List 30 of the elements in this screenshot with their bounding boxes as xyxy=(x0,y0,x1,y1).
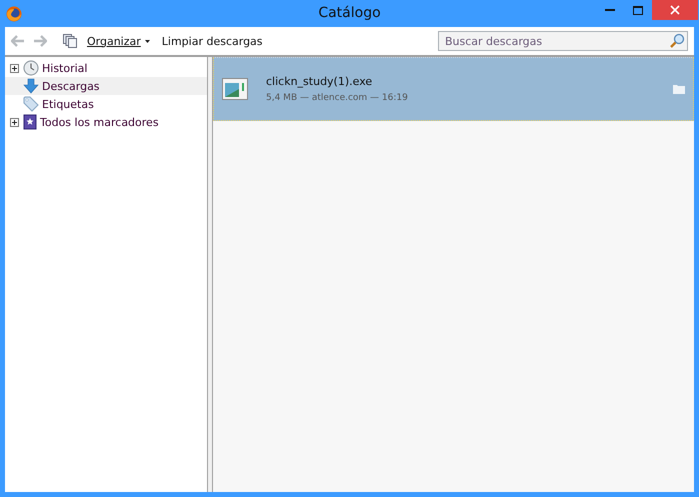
pages-icon xyxy=(63,34,77,48)
file-name: clickn_study(1).exe xyxy=(266,75,374,88)
maximize-icon xyxy=(633,6,643,14)
caret-icon xyxy=(144,40,150,42)
sidebar-item[interactable]: Etiquetas xyxy=(5,95,207,113)
sidebar-item-label: Descargas xyxy=(42,80,100,92)
close-icon xyxy=(670,5,680,15)
download-row[interactable]: clickn_study(1).exe 5,4 MB — atlence.com — 16:19 xyxy=(213,57,694,121)
window-title: Catálogo xyxy=(318,5,381,21)
sidebar-item-label: Etiquetas xyxy=(42,98,94,110)
clear-downloads-button[interactable]: Limpiar descargas xyxy=(160,32,265,50)
sidebar-item-label: Historial xyxy=(42,62,88,74)
search-icon xyxy=(669,33,685,49)
sidebar-item[interactable]: Descargas xyxy=(5,77,207,95)
minimize-icon xyxy=(605,9,615,11)
program-file-icon xyxy=(222,78,248,100)
sidebar-item[interactable]: Historial xyxy=(5,59,207,77)
sidebar-item[interactable]: Todos los marcadores xyxy=(5,113,207,131)
tag-icon xyxy=(23,96,39,112)
expander-icon[interactable] xyxy=(10,118,18,126)
download-arrow-icon xyxy=(23,78,39,94)
clock-icon xyxy=(23,60,39,76)
file-details: 5,4 MB — atlence.com — 16:19 xyxy=(266,93,409,103)
sidebar-item-label: Todos los marcadores xyxy=(40,116,159,128)
search-field[interactable]: Buscar descargas xyxy=(438,31,688,51)
close-button[interactable] xyxy=(652,0,698,20)
star-book-icon xyxy=(23,114,37,130)
expander-icon[interactable] xyxy=(10,64,18,72)
browser-logo-icon xyxy=(6,6,22,22)
organize-menu-button[interactable]: Organizar xyxy=(85,32,152,50)
